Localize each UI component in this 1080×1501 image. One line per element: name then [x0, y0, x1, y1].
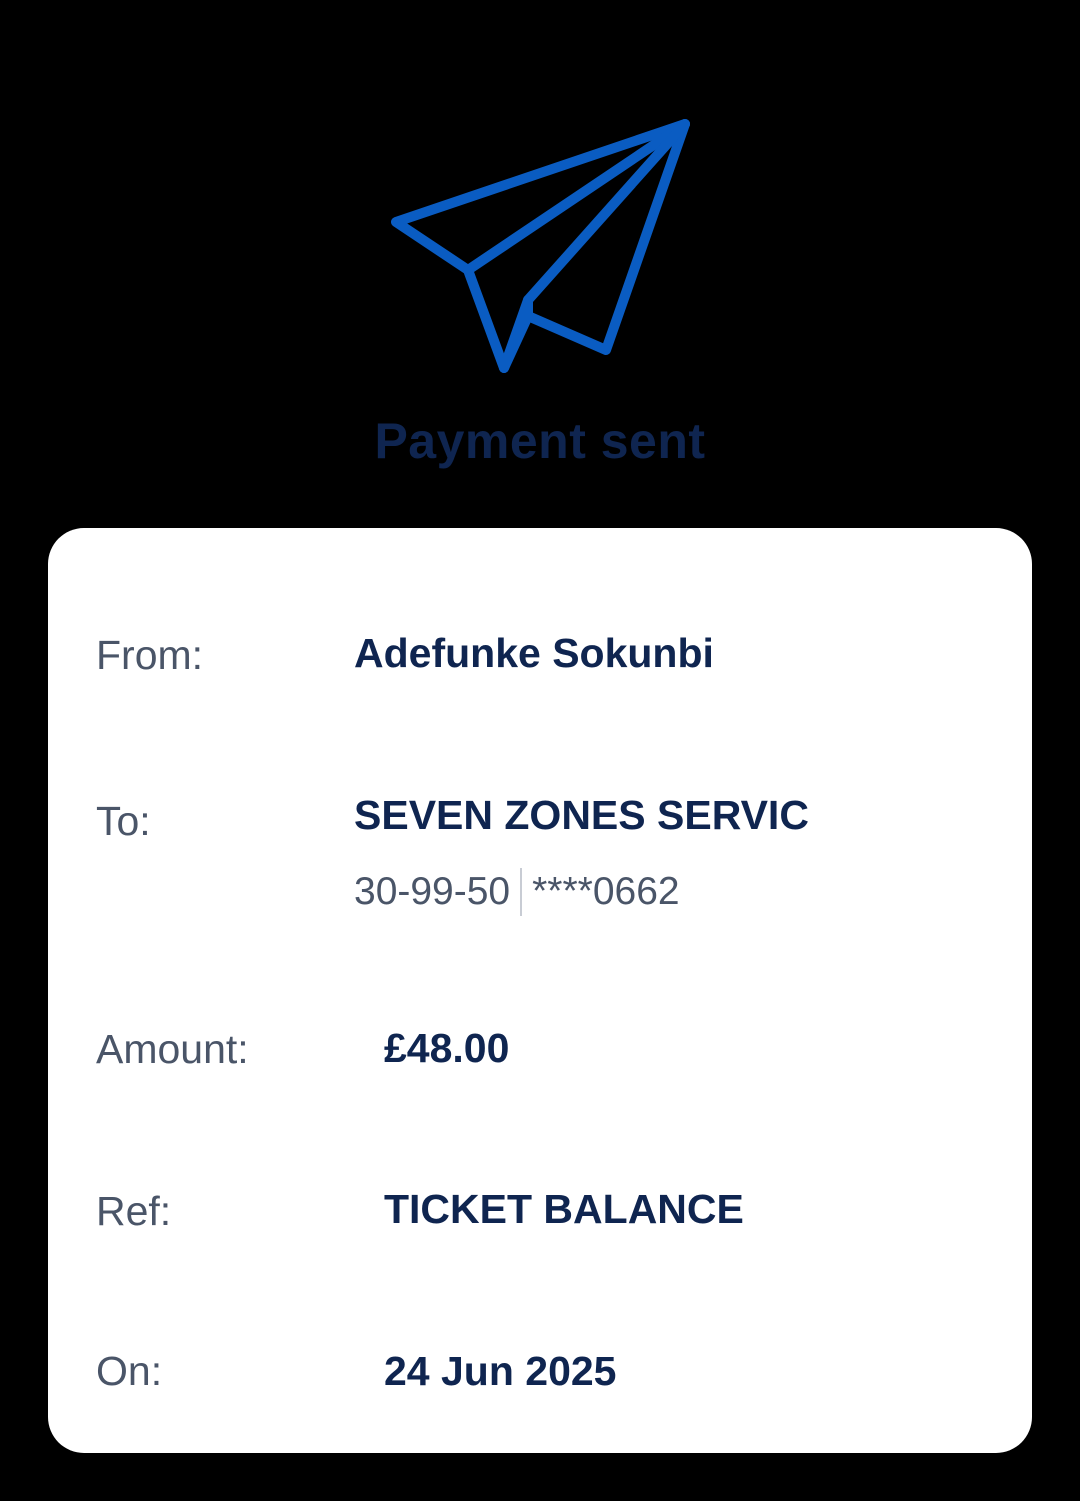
to-label: To: — [96, 798, 151, 844]
on-label: On: — [96, 1348, 163, 1394]
payment-details-card: From: Adefunke Sokunbi To: SEVEN ZONES S… — [48, 528, 1032, 1453]
to-value: SEVEN ZONES SERVIC — [354, 792, 809, 838]
paper-plane-icon — [391, 119, 690, 373]
ref-label: Ref: — [96, 1188, 172, 1234]
account-number: ****0662 — [532, 870, 680, 913]
ref-value: TICKET BALANCE — [384, 1186, 744, 1232]
amount-label: Amount: — [96, 1026, 249, 1072]
from-value: Adefunke Sokunbi — [354, 630, 714, 676]
page-title: Payment sent — [374, 413, 706, 469]
from-label: From: — [96, 632, 204, 678]
recipient-account-details: 30-99-50 ****0662 — [354, 868, 680, 916]
amount-value: £48.00 — [384, 1025, 510, 1071]
divider — [520, 868, 523, 916]
sort-code: 30-99-50 — [354, 870, 511, 913]
on-value: 24 Jun 2025 — [384, 1348, 617, 1394]
